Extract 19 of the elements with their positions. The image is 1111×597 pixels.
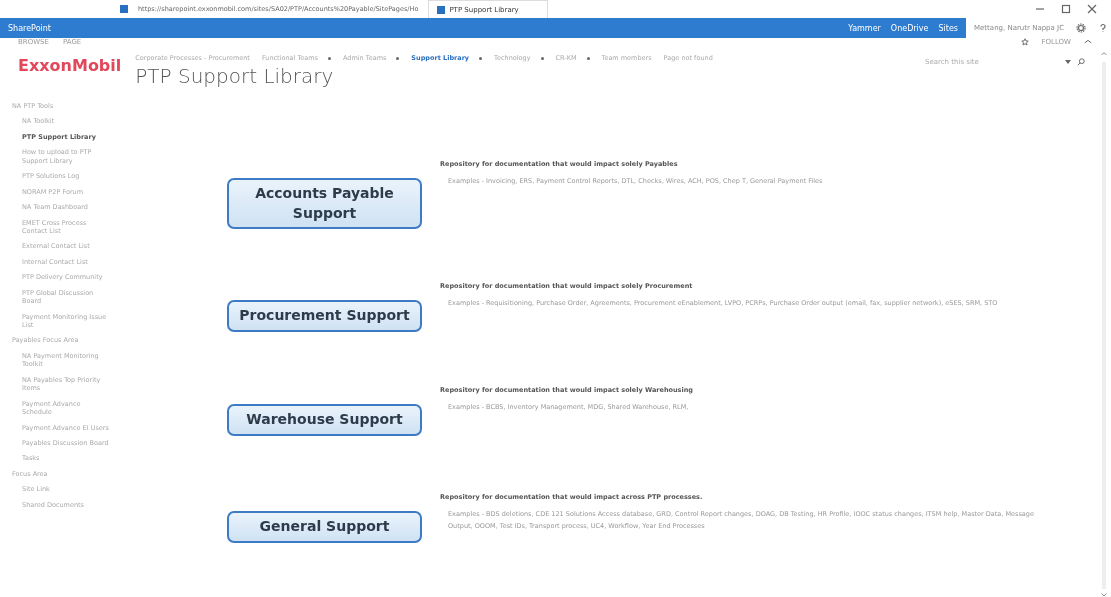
suite-link[interactable]: Yammer [848,23,881,33]
sharepoint-icon [120,5,128,13]
maximize-icon[interactable] [1061,4,1071,14]
help-icon[interactable] [1098,23,1109,33]
sharepoint-icon [437,5,446,14]
settings-icon[interactable] [1076,23,1087,33]
suite-brand[interactable]: SharePoint [8,23,51,33]
support-button[interactable]: Accounts Payable Support [227,178,422,230]
suite-link[interactable]: OneDrive [890,23,929,33]
suite-link[interactable]: Sites [938,23,958,33]
support-button[interactable]: Procurement Support [227,300,422,332]
close-icon[interactable] [1087,4,1097,14]
page-title: PTP Support Library [135,64,335,88]
search-icon[interactable] [1077,58,1085,66]
logo: ExxonMobil [18,56,122,75]
star-icon[interactable] [1021,38,1030,46]
support-button[interactable]: General Support [227,511,422,543]
caret-icon [1065,60,1071,64]
support-button[interactable]: Warehouse Support [227,404,422,436]
